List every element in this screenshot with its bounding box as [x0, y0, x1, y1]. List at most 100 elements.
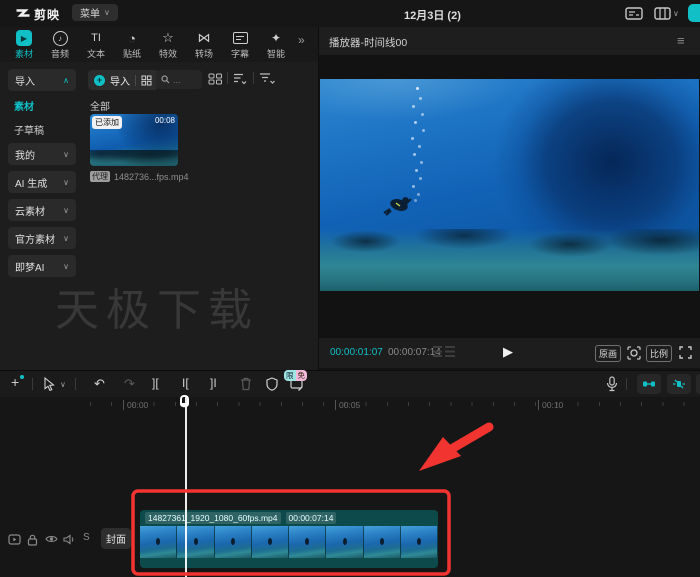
- main-track-icon[interactable]: [8, 534, 21, 545]
- lock-icon[interactable]: [27, 534, 38, 546]
- divider: [227, 72, 228, 84]
- limited-free-badge: 限 免: [284, 370, 307, 381]
- linkage-toggle-button[interactable]: [667, 374, 691, 394]
- bubbles: [416, 87, 419, 90]
- add-track-button[interactable]: +: [11, 374, 19, 390]
- added-badge: 已添加: [92, 116, 122, 129]
- select-cursor-icon[interactable]: [43, 377, 56, 391]
- filmstrip-frame: [364, 526, 401, 558]
- import-label: 导入: [110, 73, 130, 88]
- media-clip-thumbnail[interactable]: 已添加 00:08: [90, 114, 178, 166]
- mute-speaker-icon[interactable]: [63, 534, 76, 545]
- chevron-down-icon[interactable]: ∨: [673, 9, 679, 18]
- video-letterbox: [319, 55, 700, 338]
- layout-icon[interactable]: [654, 7, 671, 20]
- media-clip-filename: 1482736...fps.mp4: [114, 172, 189, 182]
- undo-button[interactable]: ↶: [94, 376, 105, 392]
- chevron-down-icon: ∨: [63, 234, 69, 243]
- sidebar-item-cloud[interactable]: 云素材 ∨: [8, 199, 76, 221]
- redo-button[interactable]: ↷: [124, 376, 135, 392]
- sidebar-item-mine[interactable]: 我的 ∨: [8, 143, 76, 165]
- chevron-down-icon[interactable]: ∨: [60, 380, 66, 389]
- tab-audio[interactable]: ♪ 音频: [42, 27, 78, 60]
- divider: [626, 378, 627, 390]
- sidebar-item-subdraft[interactable]: 子草稿: [14, 122, 44, 137]
- chevron-down-icon: ∨: [63, 206, 69, 215]
- filmstrip-frame: [177, 526, 214, 558]
- tab-subtitle[interactable]: 字幕: [222, 27, 258, 60]
- tab-transition[interactable]: ⋈ 转场: [186, 27, 222, 60]
- delete-button[interactable]: [240, 377, 252, 391]
- mask-shield-icon[interactable]: [266, 377, 278, 391]
- tab-label: 音频: [51, 47, 69, 60]
- sidebar-item-ai-generate[interactable]: AI 生成 ∨: [8, 171, 76, 193]
- sidebar-label: 导入: [15, 73, 35, 88]
- badge-right: 免: [296, 370, 308, 381]
- sidebar-item-material[interactable]: 素材: [14, 98, 34, 113]
- original-quality-button[interactable]: 原画: [595, 345, 621, 362]
- ratio-button[interactable]: 比例: [646, 345, 672, 362]
- captions-icon[interactable]: [625, 7, 643, 20]
- proxy-badge: 代理: [90, 171, 110, 182]
- tab-sticker[interactable]: ◔ 贴纸: [114, 27, 150, 60]
- app-logo-text: 剪映: [34, 6, 60, 23]
- trim-right-button[interactable]: ]I: [210, 376, 217, 390]
- import-button[interactable]: + 导入: [88, 70, 158, 90]
- filter-all-label[interactable]: 全部: [90, 98, 110, 113]
- tab-label: 转场: [195, 47, 213, 60]
- project-date: 12月3日 (2): [404, 7, 461, 23]
- transition-icon: ⋈: [196, 30, 212, 46]
- tab-effects[interactable]: ☆ 特效: [150, 27, 186, 60]
- thumb-duration: 00:08: [155, 116, 175, 125]
- tab-label: 字幕: [231, 47, 249, 60]
- view-grid-icon[interactable]: [208, 73, 223, 85]
- eye-icon[interactable]: [45, 534, 58, 544]
- search-icon: [161, 75, 170, 84]
- sidebar-label: 官方素材: [15, 231, 55, 246]
- sidebar-item-import[interactable]: 导入 ∧: [8, 69, 76, 91]
- player-panel: 播放器-时间线00 ≡ 00:00:01:07 00:00:07:14: [319, 27, 700, 368]
- app-logo-icon: [15, 6, 31, 21]
- divider: [253, 72, 254, 84]
- thumb-seafloor: [90, 150, 178, 166]
- divider: [135, 75, 136, 86]
- sort-icon[interactable]: [233, 72, 247, 85]
- search-field[interactable]: [156, 70, 202, 89]
- filmstrip-frame: [140, 526, 177, 558]
- player-menu-icon[interactable]: ≡: [677, 33, 685, 48]
- filmstrip-frame: [289, 526, 326, 558]
- video-preview[interactable]: [320, 79, 699, 291]
- watermark-text: 天极下载: [55, 274, 259, 338]
- cover-button[interactable]: 封面: [101, 528, 131, 549]
- fullscreen-icon[interactable]: [679, 346, 692, 359]
- menu-label: 菜单: [80, 5, 100, 20]
- sparkle-icon: ✦: [268, 30, 284, 46]
- microphone-icon[interactable]: [606, 376, 618, 392]
- filter-icon[interactable]: [259, 72, 275, 85]
- tab-smart[interactable]: ✦ 智能: [258, 27, 294, 60]
- media-clip-filename-row: 代理 1482736...fps.mp4: [90, 171, 189, 182]
- preview-quality-icon[interactable]: [433, 346, 455, 359]
- focus-icon[interactable]: [627, 346, 641, 360]
- export-button-partial[interactable]: [688, 4, 700, 22]
- menu-button[interactable]: 菜单 ∨: [72, 4, 118, 21]
- solo-track-icon[interactable]: S: [83, 532, 90, 543]
- ruler-label: 00:10: [538, 400, 563, 410]
- playhead-line[interactable]: [185, 397, 187, 577]
- preview-axis-toggle-partial[interactable]: [696, 374, 700, 394]
- search-input[interactable]: [173, 75, 197, 85]
- seafloor: [320, 229, 699, 291]
- chevron-down-icon: ∨: [104, 8, 110, 17]
- playhead-handle[interactable]: [180, 395, 189, 407]
- snap-toggle-button[interactable]: [637, 374, 661, 394]
- tab-text[interactable]: TI 文本: [78, 27, 114, 60]
- split-button[interactable]: ][: [152, 376, 159, 390]
- more-tabs-icon[interactable]: »: [298, 33, 305, 47]
- tab-media[interactable]: ▶ 素材: [6, 27, 42, 60]
- play-icon: ▶: [16, 30, 32, 46]
- trim-left-button[interactable]: I[: [182, 376, 189, 390]
- scuba-diver: [382, 191, 418, 217]
- play-button[interactable]: ▶: [503, 344, 513, 360]
- sidebar-item-official[interactable]: 官方素材 ∨: [8, 227, 76, 249]
- grid-import-icon[interactable]: [141, 75, 152, 86]
